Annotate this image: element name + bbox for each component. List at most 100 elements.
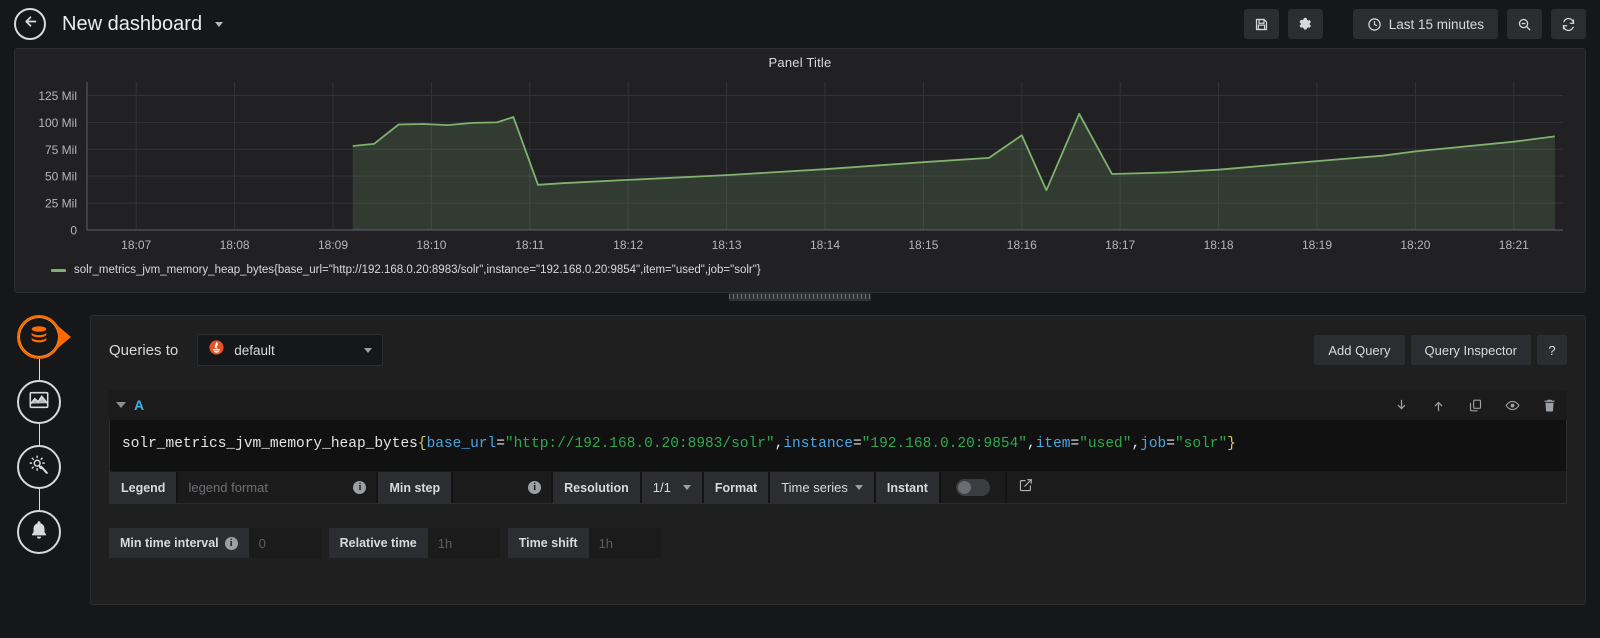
min-step-input[interactable] xyxy=(463,480,523,496)
prometheus-icon xyxy=(208,339,225,361)
min-time-interval-field[interactable] xyxy=(248,528,321,559)
graph-panel: Panel Title 0 25 Mil 50 Mil 75 Mil 100 Mil 12… xyxy=(14,48,1586,301)
zoom-out-time-button[interactable] xyxy=(1507,9,1542,39)
clock-icon xyxy=(1367,17,1382,32)
x-tick-label: 18:11 xyxy=(515,238,544,252)
time-series-chart: 0 25 Mil 50 Mil 75 Mil 100 Mil 125 Mil 18:07 18… xyxy=(38,82,1563,252)
relative-time-input[interactable] xyxy=(437,535,490,551)
help-button[interactable]: ? xyxy=(1537,335,1567,365)
query-external-link-button[interactable] xyxy=(1006,472,1566,504)
expr-label-value: "used" xyxy=(1079,436,1132,452)
min-step-field[interactable]: i xyxy=(453,472,554,504)
resolution-select[interactable]: 1/1 xyxy=(641,472,704,504)
queries-to-label: Queries to xyxy=(109,341,179,359)
promql-expression-input[interactable]: solr_metrics_jvm_memory_heap_bytes{base_… xyxy=(110,420,1566,471)
panel-editor: Queries to default Add Query Query Inspe… xyxy=(0,315,1600,638)
page-title: New dashboard xyxy=(62,12,203,35)
x-tick-label: 18:16 xyxy=(1007,238,1037,252)
save-dashboard-button[interactable] xyxy=(1243,9,1279,39)
resolution-label: Resolution xyxy=(553,472,642,504)
expr-equals: = xyxy=(496,436,505,452)
time-shift-field[interactable] xyxy=(588,528,661,559)
expr-label-key: instance xyxy=(783,436,853,452)
queries-panel: Queries to default Add Query Query Inspe… xyxy=(90,315,1586,605)
expr-metric-name: solr_metrics_jvm_memory_heap_bytes xyxy=(122,436,418,452)
info-icon[interactable]: i xyxy=(528,481,542,495)
panel-resize-handle[interactable] xyxy=(729,292,871,301)
editor-tab-rail xyxy=(14,315,64,554)
info-icon[interactable]: i xyxy=(353,481,367,495)
x-tick-label: 18:10 xyxy=(416,238,446,252)
x-tick-label: 18:12 xyxy=(613,238,643,252)
top-navbar: New dashboard Last 15 minutes xyxy=(0,0,1600,48)
query-options-row: Legend i Min step i Resolution 1/1 Forma… xyxy=(110,471,1566,504)
external-link-icon xyxy=(1019,478,1033,497)
instant-toggle[interactable] xyxy=(955,479,990,497)
refresh-icon xyxy=(1561,17,1576,32)
y-tick-label: 75 Mil xyxy=(45,143,77,157)
add-query-button[interactable]: Add Query xyxy=(1314,335,1405,365)
move-query-down-button[interactable] xyxy=(1394,398,1409,413)
move-query-up-button[interactable] xyxy=(1431,398,1446,413)
instant-label: Instant xyxy=(875,472,941,504)
sidebar-item-visualization[interactable] xyxy=(17,380,61,424)
x-tick-label: 18:21 xyxy=(1499,238,1529,252)
bell-icon xyxy=(28,519,50,546)
query-row-actions xyxy=(1394,398,1557,413)
time-shift-label: Time shift xyxy=(507,528,589,559)
time-shift-input[interactable] xyxy=(598,535,651,551)
expr-equals: = xyxy=(1070,436,1080,452)
relative-time-field[interactable] xyxy=(427,528,500,559)
toggle-query-visibility-button[interactable] xyxy=(1505,398,1520,413)
legend-format-field[interactable]: i xyxy=(178,472,379,504)
query-bottom-options: Min time interval i Relative time Time s… xyxy=(109,528,1567,559)
save-icon xyxy=(1254,17,1269,32)
back-button[interactable] xyxy=(14,8,46,40)
y-tick-label: 50 Mil xyxy=(45,170,77,184)
graph-canvas[interactable]: 0 25 Mil 50 Mil 75 Mil 100 Mil 125 Mil 18:07 18… xyxy=(15,70,1585,270)
x-tick-label: 18:09 xyxy=(318,238,348,252)
duplicate-query-button[interactable] xyxy=(1468,398,1483,413)
relative-time-label: Relative time xyxy=(328,528,428,559)
x-tick-label: 18:13 xyxy=(712,238,742,252)
chevron-down-icon[interactable] xyxy=(214,21,223,27)
remove-query-button[interactable] xyxy=(1542,398,1557,413)
time-range-picker[interactable]: Last 15 minutes xyxy=(1352,9,1498,39)
options-spacer xyxy=(321,528,329,558)
instant-toggle-cell xyxy=(940,472,1007,504)
info-icon[interactable]: i xyxy=(224,536,238,550)
query-inspector-button[interactable]: Query Inspector xyxy=(1410,335,1531,365)
legend-label: Legend xyxy=(110,472,179,504)
chevron-down-icon[interactable] xyxy=(116,402,126,408)
sidebar-item-alert[interactable] xyxy=(17,510,61,554)
datasource-picker[interactable]: default xyxy=(197,334,384,366)
x-tick-label: 18:15 xyxy=(908,238,938,252)
expr-equals: = xyxy=(1166,436,1175,452)
sidebar-item-general-settings[interactable] xyxy=(17,445,61,489)
x-tick-label: 18:18 xyxy=(1204,238,1234,252)
expr-open-brace: { xyxy=(417,436,427,452)
refresh-button[interactable] xyxy=(1551,9,1586,39)
min-time-interval-input[interactable] xyxy=(258,535,311,551)
expr-label-value: "http://192.168.0.20:8983/solr" xyxy=(504,436,775,452)
chevron-down-icon xyxy=(854,485,863,491)
query-row-header: A xyxy=(109,390,1567,420)
queries-header: Queries to default Add Query Query Inspe… xyxy=(91,316,1585,366)
dashboard-title-group[interactable]: New dashboard xyxy=(62,13,223,36)
format-label: Format xyxy=(703,472,771,504)
format-select[interactable]: Time series xyxy=(770,472,876,504)
legend-format-input[interactable] xyxy=(188,480,348,496)
x-tick-label: 18:08 xyxy=(220,238,250,252)
navbar-actions: Last 15 minutes xyxy=(1243,9,1586,39)
min-time-interval-label: Min time interval i xyxy=(109,528,249,559)
rail-connector xyxy=(38,489,40,510)
x-tick-label: 18:19 xyxy=(1302,238,1332,252)
rail-connector xyxy=(38,359,40,380)
gear-wrench-icon xyxy=(28,454,50,481)
y-tick-label: 0 xyxy=(70,224,77,238)
y-tick-label: 100 Mil xyxy=(38,116,77,130)
x-tick-label: 18:14 xyxy=(810,238,840,252)
dashboard-settings-button[interactable] xyxy=(1287,9,1323,39)
sidebar-item-queries[interactable] xyxy=(17,315,61,359)
query-ref-id[interactable]: A xyxy=(134,397,144,413)
